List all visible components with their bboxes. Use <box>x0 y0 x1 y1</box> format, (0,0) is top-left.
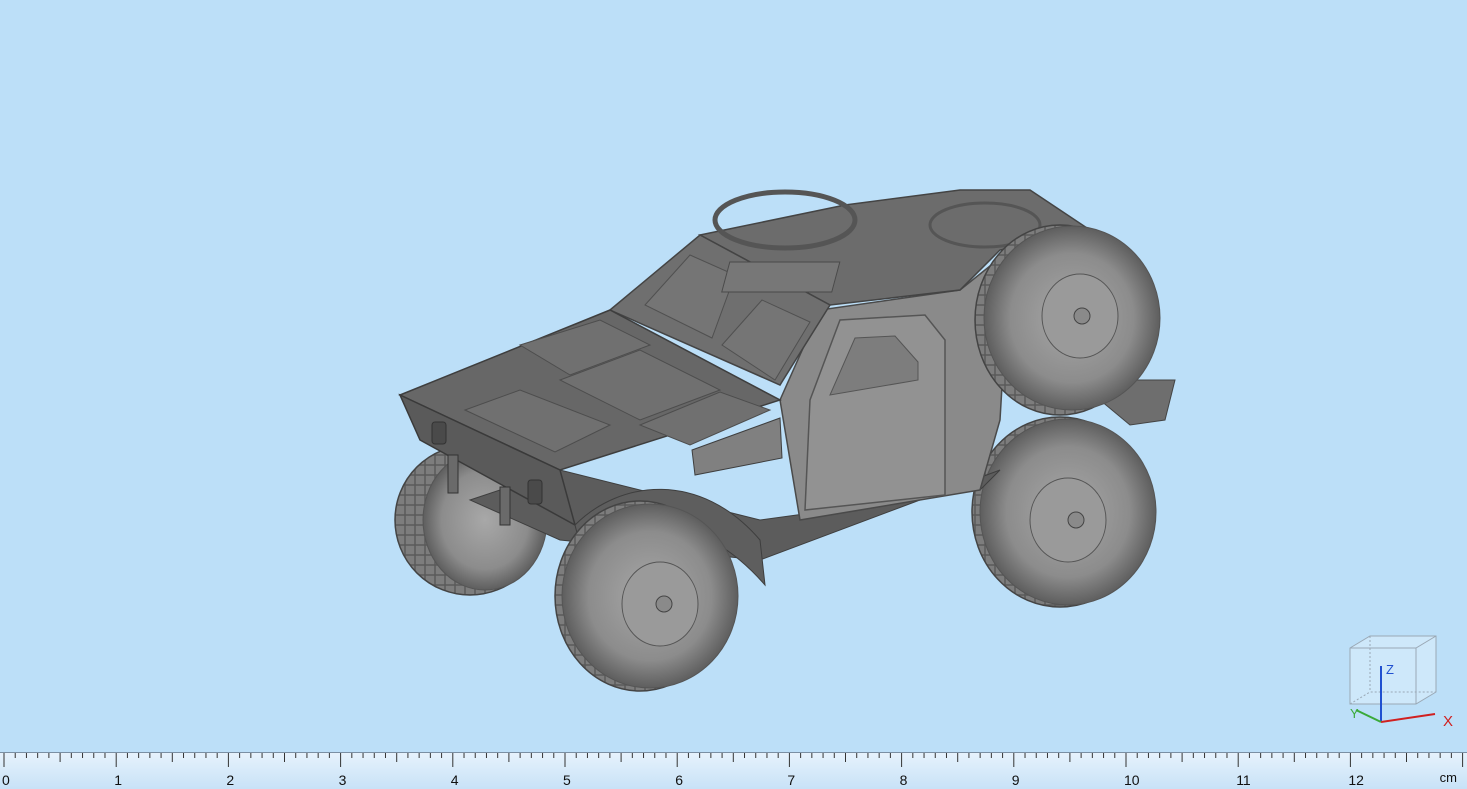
y-axis-line <box>1355 709 1382 723</box>
headlight-right <box>527 479 543 505</box>
ruler-tick-label: 6 <box>675 772 683 788</box>
ruler-tick-label: 4 <box>450 772 459 788</box>
z-axis-label: Z <box>1386 662 1394 677</box>
navigation-cube[interactable]: Z X Y <box>1340 630 1460 735</box>
wheel-rear-right <box>971 416 1157 608</box>
ruler-tick-label: 8 <box>899 772 908 788</box>
x-axis-line <box>1380 713 1436 723</box>
ruler-tick-label: 10 <box>1124 772 1140 788</box>
ruler-tick-label: 3 <box>338 772 347 788</box>
headlight-left <box>431 421 447 445</box>
ruler-tick-label: 7 <box>787 772 796 788</box>
ruler-tick-label: 1 <box>114 772 122 788</box>
3d-viewport[interactable]: Z X Y <box>0 0 1467 752</box>
ruler-tick-label: 0 <box>2 772 10 788</box>
scale-ruler: 0 1 2 3 4 5 6 7 8 9 10 11 12 cm <box>0 752 1467 789</box>
ruler-tick-label: 12 <box>1348 772 1364 788</box>
y-axis-label: Y <box>1350 706 1359 721</box>
roof-vent <box>721 261 841 293</box>
vehicle-model[interactable] <box>0 0 1467 752</box>
tow-hook-right <box>499 486 511 526</box>
x-axis-label: X <box>1443 713 1453 730</box>
ruler-unit-label: cm <box>1439 770 1457 785</box>
ruler-ticks <box>3 753 1464 767</box>
ruler-tick-label: 2 <box>226 772 235 788</box>
wheel-front-right <box>554 500 739 692</box>
ruler-tick-label: 5 <box>563 772 571 788</box>
ruler-tick-label: 9 <box>1011 772 1020 788</box>
ruler-tick-label: 11 <box>1236 772 1251 788</box>
tow-hook-left <box>447 454 459 494</box>
